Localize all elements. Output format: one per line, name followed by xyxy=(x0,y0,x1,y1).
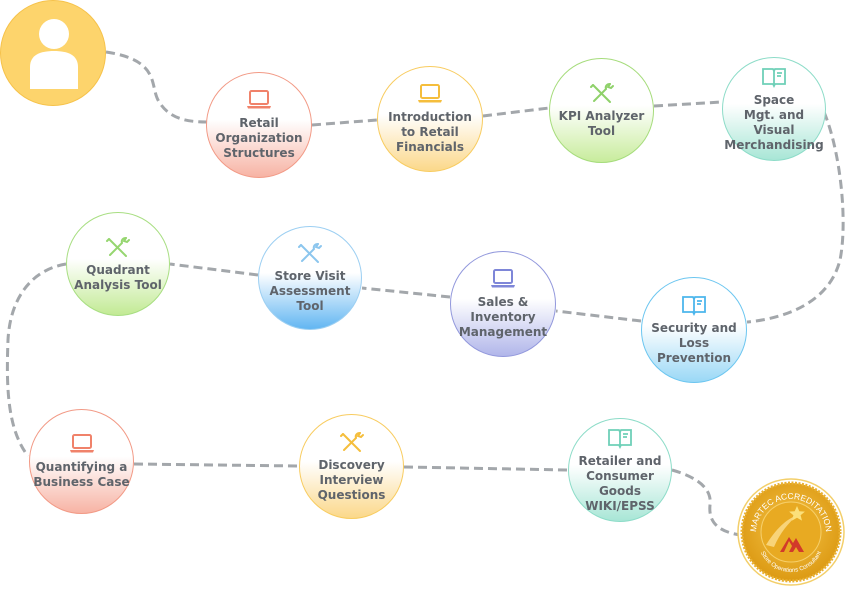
connector-financials-to-kpi xyxy=(482,106,550,118)
module-label: Retail Organization Structures xyxy=(215,116,303,160)
laptop-icon xyxy=(69,433,95,455)
module-quantifying-a-business-case[interactable]: Quantifying a Business Case xyxy=(29,409,134,514)
module-discovery-interview-questions[interactable]: Discovery Interview Questions xyxy=(299,414,404,519)
module-retailer-consumer-goods-wiki-epss[interactable]: Retailer and Consumer Goods WIKI/EPSS xyxy=(568,418,672,522)
module-security-and-loss-prevention[interactable]: Security and Loss Prevention xyxy=(641,277,747,383)
connector-storevisit-to-quadrant xyxy=(169,262,259,277)
module-space-mgt-visual-merchandising[interactable]: Space Mgt. and Visual Merchandising xyxy=(722,57,826,161)
module-label: Sales & Inventory Management xyxy=(458,295,548,339)
module-label: Quantifying a Business Case xyxy=(33,460,130,489)
laptop-icon xyxy=(417,83,443,105)
tools-icon xyxy=(339,431,365,453)
connector-discovery-to-wiki xyxy=(403,465,569,472)
module-label: Retailer and Consumer Goods WIKI/EPSS xyxy=(578,453,662,513)
module-quadrant-analysis-tool[interactable]: Quadrant Analysis Tool xyxy=(66,212,170,316)
martec-accreditation-badge[interactable]: MARTEC ACCREDITATION Store Operations Co… xyxy=(736,477,846,587)
module-label: Space Mgt. and Visual Merchandising xyxy=(724,92,824,152)
learner-avatar[interactable] xyxy=(0,0,106,106)
module-kpi-analyzer-tool[interactable]: KPI Analyzer Tool xyxy=(549,58,654,163)
tools-icon xyxy=(589,82,615,104)
connector-quantifying-to-discovery xyxy=(133,462,300,468)
module-label: KPI Analyzer Tool xyxy=(558,109,645,138)
tools-icon xyxy=(297,242,323,264)
module-label: Store Visit Assessment Tool xyxy=(269,269,351,313)
module-label: Security and Loss Prevention xyxy=(651,321,737,365)
tools-icon xyxy=(105,236,131,258)
module-label: Discovery Interview Questions xyxy=(317,457,386,502)
module-introduction-to-retail-financials[interactable]: Introduction to Retail Financials xyxy=(377,66,483,172)
connector-security-to-sales xyxy=(555,309,642,323)
book-icon xyxy=(607,427,633,449)
laptop-icon xyxy=(490,268,516,290)
connector-start-to-retail-org xyxy=(105,50,208,124)
connector-kpi-to-space xyxy=(653,100,723,108)
connector-wiki-to-badge xyxy=(671,468,741,537)
book-icon xyxy=(761,66,787,88)
module-label: Introduction to Retail Financials xyxy=(388,110,472,154)
connector-sales-to-storevisit xyxy=(361,286,451,299)
user-icon xyxy=(30,19,78,89)
module-label: Quadrant Analysis Tool xyxy=(74,262,162,292)
module-store-visit-assessment-tool[interactable]: Store Visit Assessment Tool xyxy=(258,226,362,330)
module-retail-organization-structures[interactable]: Retail Organization Structures xyxy=(206,72,312,178)
book-icon xyxy=(681,294,707,317)
connector-retail-org-to-financials xyxy=(311,118,378,127)
module-sales-and-inventory-management[interactable]: Sales & Inventory Management xyxy=(450,251,556,357)
laptop-icon xyxy=(246,89,272,111)
